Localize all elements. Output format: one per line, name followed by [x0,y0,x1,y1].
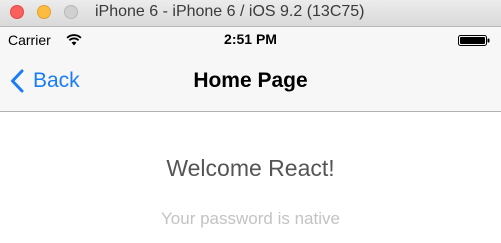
status-time: 2:51 PM [224,31,277,47]
simulator-window: iPhone 6 - iPhone 6 / iOS 9.2 (13C75) Ca… [0,0,501,243]
navigation-bar: Back Home Page [0,52,501,112]
battery-full-icon [458,35,490,46]
home-content: Welcome React! Your password is native [0,112,501,243]
welcome-text: Welcome React! [166,155,335,181]
window-title: iPhone 6 - iPhone 6 / iOS 9.2 (13C75) [95,3,365,20]
status-bar: Carrier 2:51 PM [0,27,501,52]
password-note-text: Your password is native [161,209,340,228]
zoom-window-button[interactable] [64,5,78,19]
close-window-button[interactable] [10,5,24,19]
minimize-window-button[interactable] [37,5,51,19]
page-title: Home Page [193,69,308,92]
window-title-bar: iPhone 6 - iPhone 6 / iOS 9.2 (13C75) [0,0,501,27]
